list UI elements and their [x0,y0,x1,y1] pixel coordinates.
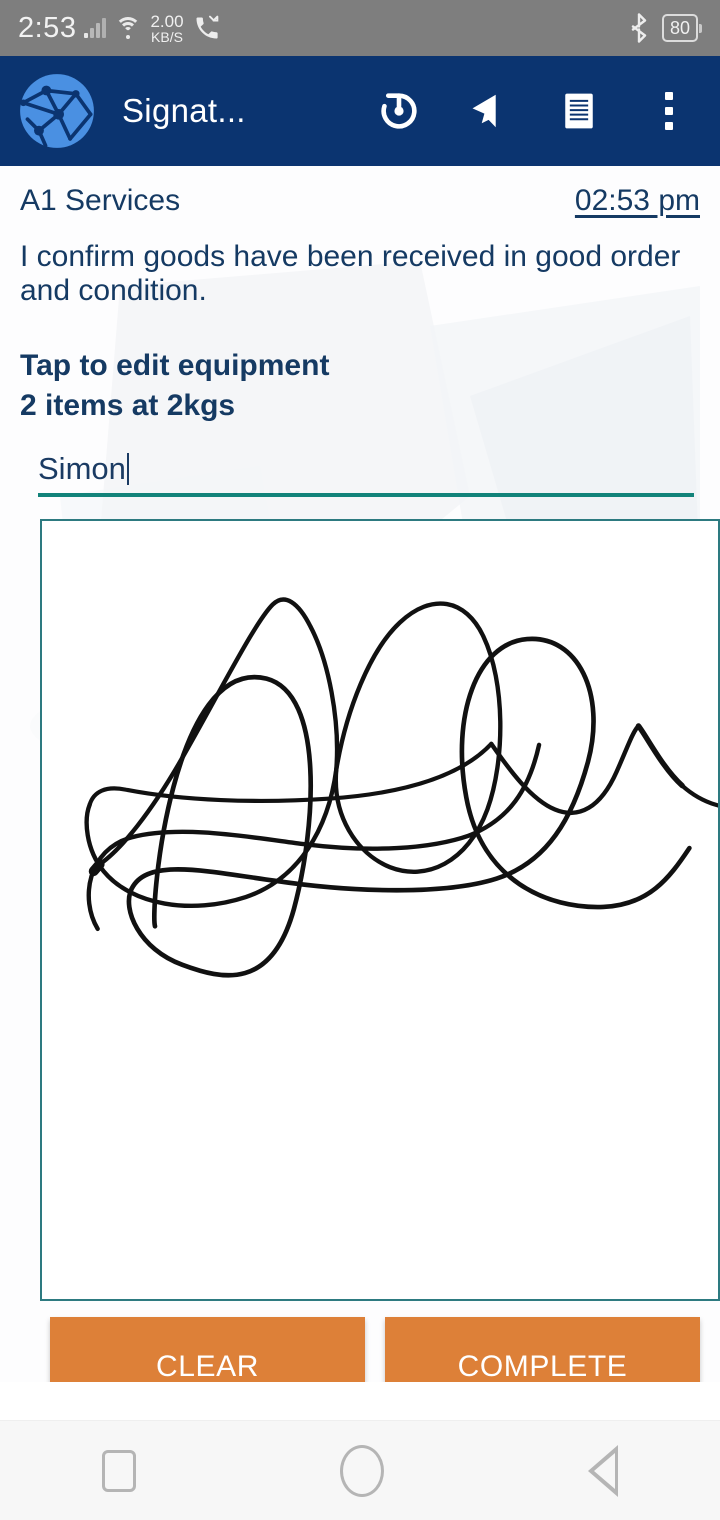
missed-call-icon [196,15,218,39]
status-bar: 2:53 2.00 KB/S 80 [0,0,720,56]
globe-network-logo [20,74,94,148]
app-bar-title: Signat... [122,92,246,129]
confirmation-text: I confirm goods have been received in go… [20,240,681,307]
name-input[interactable]: Simon [38,451,694,498]
phone-screen: 2:53 2.00 KB/S 80 Signat... A1 Services … [0,0,720,1520]
time-link[interactable]: 02:53 pm [575,184,700,218]
network-speed-unit: KB/S [151,28,183,45]
content-inner: A1 Services 02:53 pm I confirm goods hav… [0,166,720,1382]
battery-icon: 80 [661,13,702,43]
app-bar-actions [376,88,706,134]
status-clock: 2:53 [18,11,77,44]
status-bar-left: 2:53 2.00 KB/S [18,12,222,45]
network-speed-indicator: 2.00 KB/S [150,13,183,44]
bottom-spacer [0,1382,720,1420]
recents-button[interactable] [102,1449,136,1492]
home-button[interactable] [340,1444,384,1497]
back-icon [588,1444,618,1497]
bluetooth-icon [631,13,647,43]
battery-level-label: 80 [661,13,698,43]
signature-pad[interactable] [40,519,720,1302]
navigation-arrow-icon[interactable] [466,88,512,134]
back-button[interactable] [588,1444,618,1497]
wifi-icon [114,17,142,39]
status-bar-right: 80 [628,13,702,43]
network-speed-value: 2.00 [150,11,184,31]
overflow-menu-icon[interactable] [646,88,692,134]
system-nav-bar [0,1420,720,1520]
equipment-summary: 2 items at 2kgs [20,389,236,423]
recents-icon [102,1449,136,1492]
action-buttons: CLEAR COMPLETE [50,1317,700,1382]
clear-button[interactable]: CLEAR [50,1317,365,1382]
signal-bars-icon [84,18,107,38]
history-refresh-icon[interactable] [376,88,422,134]
name-input-value: Simon [38,451,126,487]
app-bar: Signat... [0,56,720,166]
document-list-icon[interactable] [556,88,602,134]
complete-button[interactable]: COMPLETE [385,1317,700,1382]
header-row: A1 Services 02:53 pm [20,184,700,218]
signature-ink [84,597,718,909]
company-name: A1 Services [20,184,181,217]
edit-equipment-link[interactable]: Tap to edit equipment [20,349,700,383]
main-content: A1 Services 02:53 pm I confirm goods hav… [0,166,720,1382]
home-icon [340,1444,384,1497]
text-cursor [126,453,129,486]
